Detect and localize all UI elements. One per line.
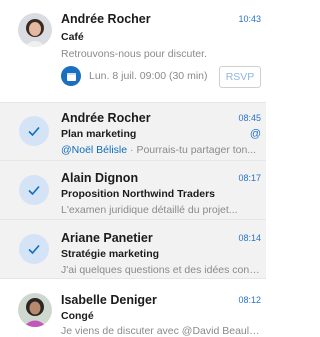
sender-name: Ariane Panetier xyxy=(61,231,153,245)
message-item[interactable]: Alain Dignon Proposition Northwind Trade… xyxy=(0,161,266,220)
rsvp-button[interactable]: RSVP xyxy=(219,66,261,88)
message-item[interactable]: Andrée Rocher Café Retrouvons-nous pour … xyxy=(0,0,266,103)
timestamp: 08:45 xyxy=(238,113,261,123)
sender-name: Andrée Rocher xyxy=(61,111,151,125)
preview-text: Retrouvons-nous pour discuter. xyxy=(61,48,207,60)
mention: @Noël Bélisle xyxy=(61,144,128,156)
sender-name: Isabelle Deniger xyxy=(61,293,157,307)
checkmark-icon[interactable] xyxy=(19,175,49,205)
timestamp: 08:14 xyxy=(238,233,261,243)
mention-icon: @ xyxy=(249,128,261,140)
subject: Plan marketing xyxy=(61,128,137,140)
checkmark-icon[interactable] xyxy=(19,116,49,146)
message-item[interactable]: Isabelle Deniger Congé Je viens de discu… xyxy=(0,279,266,337)
preview-text: Je viens de discuter avec @David Beaulie… xyxy=(61,325,261,337)
timestamp: 10:43 xyxy=(238,14,261,24)
message-item[interactable]: Ariane Panetier Stratégie marketing J'ai… xyxy=(0,220,266,279)
subject: Café xyxy=(61,31,84,43)
preview-text: J'ai quelques questions et des idées con… xyxy=(61,264,261,276)
subject: Proposition Northwind Traders xyxy=(61,188,216,200)
message-item[interactable]: Andrée Rocher Plan marketing @Noël Bélis… xyxy=(0,103,266,161)
calendar-icon xyxy=(61,66,81,86)
meeting-time: Lun. 8 juil. 09:00 (30 min) xyxy=(89,70,208,82)
message-list: Andrée Rocher Café Retrouvons-nous pour … xyxy=(0,0,266,337)
preview-text: @Noël Bélisle · Pourrais-tu partager ton… xyxy=(61,144,257,156)
checkmark-icon[interactable] xyxy=(19,234,49,264)
timestamp: 08:12 xyxy=(238,295,261,305)
subject: Congé xyxy=(61,310,94,322)
timestamp: 08:17 xyxy=(238,173,261,183)
sender-name: Andrée Rocher xyxy=(61,12,151,26)
subject: Stratégie marketing xyxy=(61,248,160,260)
sender-name: Alain Dignon xyxy=(61,171,139,185)
avatar[interactable] xyxy=(18,293,52,327)
avatar[interactable] xyxy=(18,13,52,47)
preview-text: L'examen juridique détaillé du projet... xyxy=(61,204,238,216)
meeting-info: Lun. 8 juil. 09:00 (30 min) xyxy=(61,66,207,86)
